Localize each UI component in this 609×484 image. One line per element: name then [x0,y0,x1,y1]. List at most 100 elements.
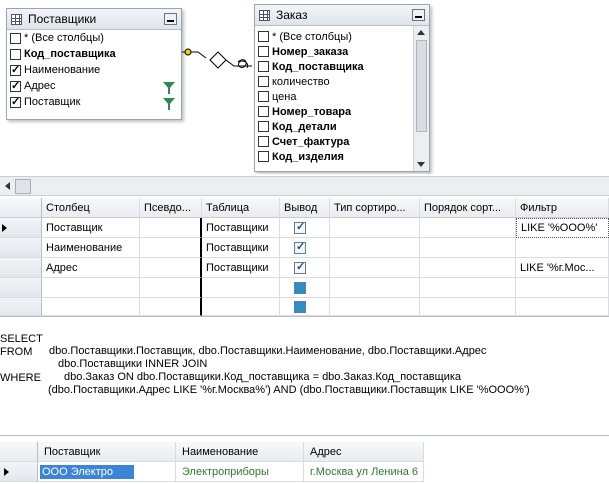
row-selector[interactable] [0,462,38,482]
column-row[interactable]: * (Все столбцы) [7,30,181,46]
grid-header-cell[interactable]: Псевдо... [140,198,202,218]
cell-address[interactable]: г.Москва ул Ленина 6 [304,462,424,482]
column-checkbox[interactable] [258,151,269,162]
results-header-cell[interactable]: Наименование [176,442,304,462]
output-checkbox[interactable] [294,240,306,254]
column-row[interactable]: * (Все столбцы) [255,29,429,44]
cell-filter[interactable] [516,278,609,298]
column-row[interactable]: Номер_товара [255,104,429,119]
table-row[interactable]: Поставщик Поставщики LIKE '%ООО%' [0,218,609,238]
column-checkbox[interactable] [258,106,269,117]
cell-alias[interactable] [140,218,202,238]
grid-header-cell[interactable]: Вывод [280,198,330,218]
cell-sort-order[interactable] [420,238,516,258]
column-checkbox[interactable] [258,46,269,57]
cell-output[interactable] [280,278,330,298]
cell-sort-order[interactable] [420,218,516,238]
row-selector[interactable] [0,278,42,298]
scroll-down-icon[interactable] [417,162,425,167]
minimize-button[interactable] [164,13,177,25]
column-row[interactable]: Номер_заказа [255,44,429,59]
cell-table[interactable]: Поставщики [202,258,280,278]
output-checkbox[interactable] [294,260,306,274]
column-checkbox[interactable] [258,121,269,132]
cell-filter[interactable] [516,238,609,258]
column-row[interactable]: ✓ Поставщик [7,94,181,110]
column-checkbox[interactable] [258,136,269,147]
cell-filter[interactable]: LIKE '%ООО%' [516,218,609,238]
output-checkbox[interactable] [294,220,306,234]
cell-output[interactable] [280,258,330,278]
table-row[interactable]: Адрес Поставщики LIKE '%г.Мос... [0,258,609,278]
cell-filter[interactable]: LIKE '%г.Мос... [516,258,609,278]
column-row[interactable]: цена [255,89,429,104]
column-checkbox[interactable] [258,91,269,102]
column-checkbox[interactable] [10,32,21,44]
row-selector[interactable] [0,258,42,278]
column-row[interactable]: Код_изделия [255,149,429,164]
cell-alias[interactable] [140,278,202,298]
grid-header-cell[interactable]: Тип сортиро... [330,198,420,218]
grid-header-cell[interactable]: Фильтр [516,198,609,218]
cell-sort-type[interactable] [330,298,420,316]
minimize-button[interactable] [412,9,425,21]
cell-sort-type[interactable] [330,258,420,278]
cell-column[interactable]: Поставщик [42,218,140,238]
cell-table[interactable] [202,298,280,316]
grid-header-cell[interactable]: Порядок сорт... [420,198,516,218]
diagram-horizontal-scrollbar[interactable] [0,176,609,196]
column-row[interactable]: Код_детали [255,119,429,134]
column-row[interactable]: ✓ Адрес [7,78,181,94]
join-connector[interactable] [178,40,254,76]
cell-table[interactable] [202,278,280,298]
cell-table[interactable]: Поставщики [202,238,280,258]
column-row[interactable]: Код_поставщика [255,59,429,74]
cell-column[interactable] [42,298,140,316]
results-header-cell[interactable]: Адрес [304,442,424,462]
column-row[interactable]: Код_поставщика [7,46,181,62]
sql-pane[interactable]: SELECT dbo.Поставщики.Поставщик, dbo.Пос… [0,319,609,436]
column-row[interactable]: ✓ Наименование [7,62,181,78]
row-selector[interactable] [0,218,42,238]
cell-sort-type[interactable] [330,278,420,298]
cell-sort-order[interactable] [420,258,516,278]
table-row[interactable] [0,298,609,316]
cell-alias[interactable] [140,258,202,278]
column-checkbox[interactable] [258,61,269,72]
cell-supplier[interactable]: ООО Электро [38,462,176,482]
grid-header-cell[interactable]: Таблица [202,198,280,218]
table-title-bar[interactable]: Заказ [255,5,429,26]
cell-alias[interactable] [140,238,202,258]
results-header-cell[interactable]: Поставщик [38,442,176,462]
column-checkbox[interactable] [10,48,21,60]
row-selector[interactable] [0,238,42,258]
column-checkbox[interactable]: ✓ [10,80,21,92]
column-checkbox[interactable]: ✓ [10,96,21,108]
column-checkbox[interactable] [258,76,269,87]
cell-column[interactable]: Адрес [42,258,140,278]
table-postavshiki[interactable]: Поставщики * (Все столбцы) Код_поставщик… [6,8,182,120]
cell-output[interactable] [280,218,330,238]
column-row[interactable]: Счет_фактура [255,134,429,149]
table-title-bar[interactable]: Поставщики [7,9,181,30]
cell-table[interactable]: Поставщики [202,218,280,238]
scroll-left-icon[interactable] [5,182,10,190]
cell-sort-type[interactable] [330,218,420,238]
scroll-up-icon[interactable] [417,30,425,35]
grid-header-cell[interactable]: Столбец [42,198,140,218]
output-checkbox[interactable] [294,281,306,294]
table-zakaz[interactable]: Заказ * (Все столбцы) Номер_заказа Код_п… [254,4,430,172]
cell-sort-type[interactable] [330,238,420,258]
table-scrollbar[interactable] [413,26,429,171]
cell-filter[interactable] [516,298,609,316]
output-checkbox[interactable] [294,300,306,313]
table-row[interactable]: Наименование Поставщики [0,238,609,258]
column-row[interactable]: количество [255,74,429,89]
table-row[interactable] [0,278,609,298]
scroll-thumb[interactable] [15,179,31,194]
column-checkbox[interactable]: ✓ [10,64,21,76]
cell-name[interactable]: Электроприборы [176,462,304,482]
row-selector[interactable] [0,298,42,316]
cell-column[interactable]: Наименование [42,238,140,258]
cell-alias[interactable] [140,298,202,316]
